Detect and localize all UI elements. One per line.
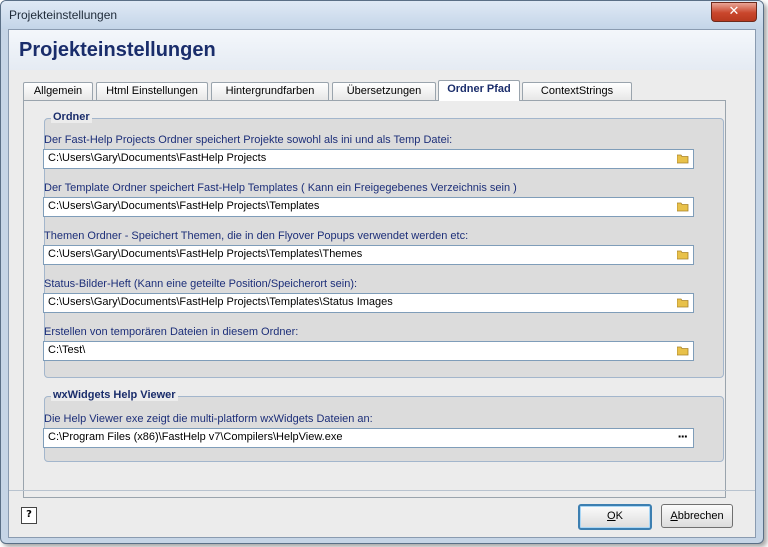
template-folder-value: C:\Users\Gary\Documents\FastHelp Project… [48,200,320,212]
projects-folder-field[interactable]: C:\Users\Gary\Documents\FastHelp Project… [43,149,694,169]
tab-contextstrings[interactable]: ContextStrings [522,82,632,100]
themes-folder-field[interactable]: C:\Users\Gary\Documents\FastHelp Project… [43,245,694,265]
footer-divider [9,490,755,491]
tab-allgemein[interactable]: Allgemein [23,82,93,100]
dialog-window: Projekteinstellungen ✕ Projekteinstellun… [0,0,764,544]
template-folder-label: Der Template Ordner speichert Fast-Help … [44,182,517,194]
dialog-client: Projekteinstellungen Allgemein Html Eins… [8,29,756,538]
temp-folder-label: Erstellen von temporären Dateien in dies… [44,326,299,338]
themes-folder-label: Themen Ordner - Speichert Themen, die in… [44,230,469,242]
temp-folder-field[interactable]: C:\Test\ [43,341,694,361]
folder-icon[interactable] [677,297,689,308]
tab-hintergrundfarben[interactable]: Hintergrundfarben [211,82,329,100]
cancel-button-mnemonic: A [670,510,678,522]
help-viewer-value: C:\Program Files (x86)\FastHelp v7\Compi… [48,431,343,443]
title-bar[interactable]: Projekteinstellungen ✕ [1,1,763,29]
temp-folder-value: C:\Test\ [48,344,86,356]
projects-folder-label: Der Fast-Help Projects Ordner speichert … [44,134,453,146]
cancel-button[interactable]: Abbrechen [661,504,733,528]
projects-folder-value: C:\Users\Gary\Documents\FastHelp Project… [48,152,267,164]
help-viewer-field[interactable]: C:\Program Files (x86)\FastHelp v7\Compi… [43,428,694,448]
tab-ordner-pfad[interactable]: Ordner Pfad [438,80,520,101]
window-title: Projekteinstellungen [9,8,118,22]
folder-icon[interactable] [677,345,689,356]
status-images-field[interactable]: C:\Users\Gary\Documents\FastHelp Project… [43,293,694,313]
dialog-header: Projekteinstellungen [9,30,755,70]
themes-folder-value: C:\Users\Gary\Documents\FastHelp Project… [48,248,363,260]
viewer-legend: wxWidgets Help Viewer [51,389,178,401]
tab-uebersetzungen[interactable]: Übersetzungen [332,82,436,100]
template-folder-field[interactable]: C:\Users\Gary\Documents\FastHelp Project… [43,197,694,217]
browse-button[interactable]: ··· [677,430,688,443]
folder-icon[interactable] [677,153,689,164]
tab-html-einstellungen[interactable]: Html Einstellungen [96,82,208,100]
help-icon-glyph: ? [26,509,32,520]
ok-button-label: K [615,510,623,522]
ok-button[interactable]: OK [578,504,652,530]
page-title: Projekteinstellungen [19,39,216,61]
status-images-value: C:\Users\Gary\Documents\FastHelp Project… [48,296,393,308]
ok-button-mnemonic: O [607,510,616,522]
folder-icon[interactable] [677,249,689,260]
status-images-label: Status-Bilder-Heft (Kann eine geteilte P… [44,278,358,290]
ordner-legend: Ordner [51,111,92,123]
folder-icon[interactable] [677,201,689,212]
cancel-button-label: bbrechen [677,510,724,522]
help-icon[interactable]: ? [21,507,37,524]
help-viewer-label: Die Help Viewer exe zeigt die multi-plat… [44,413,373,425]
close-icon: ✕ [728,4,740,19]
close-button[interactable]: ✕ [711,2,757,22]
